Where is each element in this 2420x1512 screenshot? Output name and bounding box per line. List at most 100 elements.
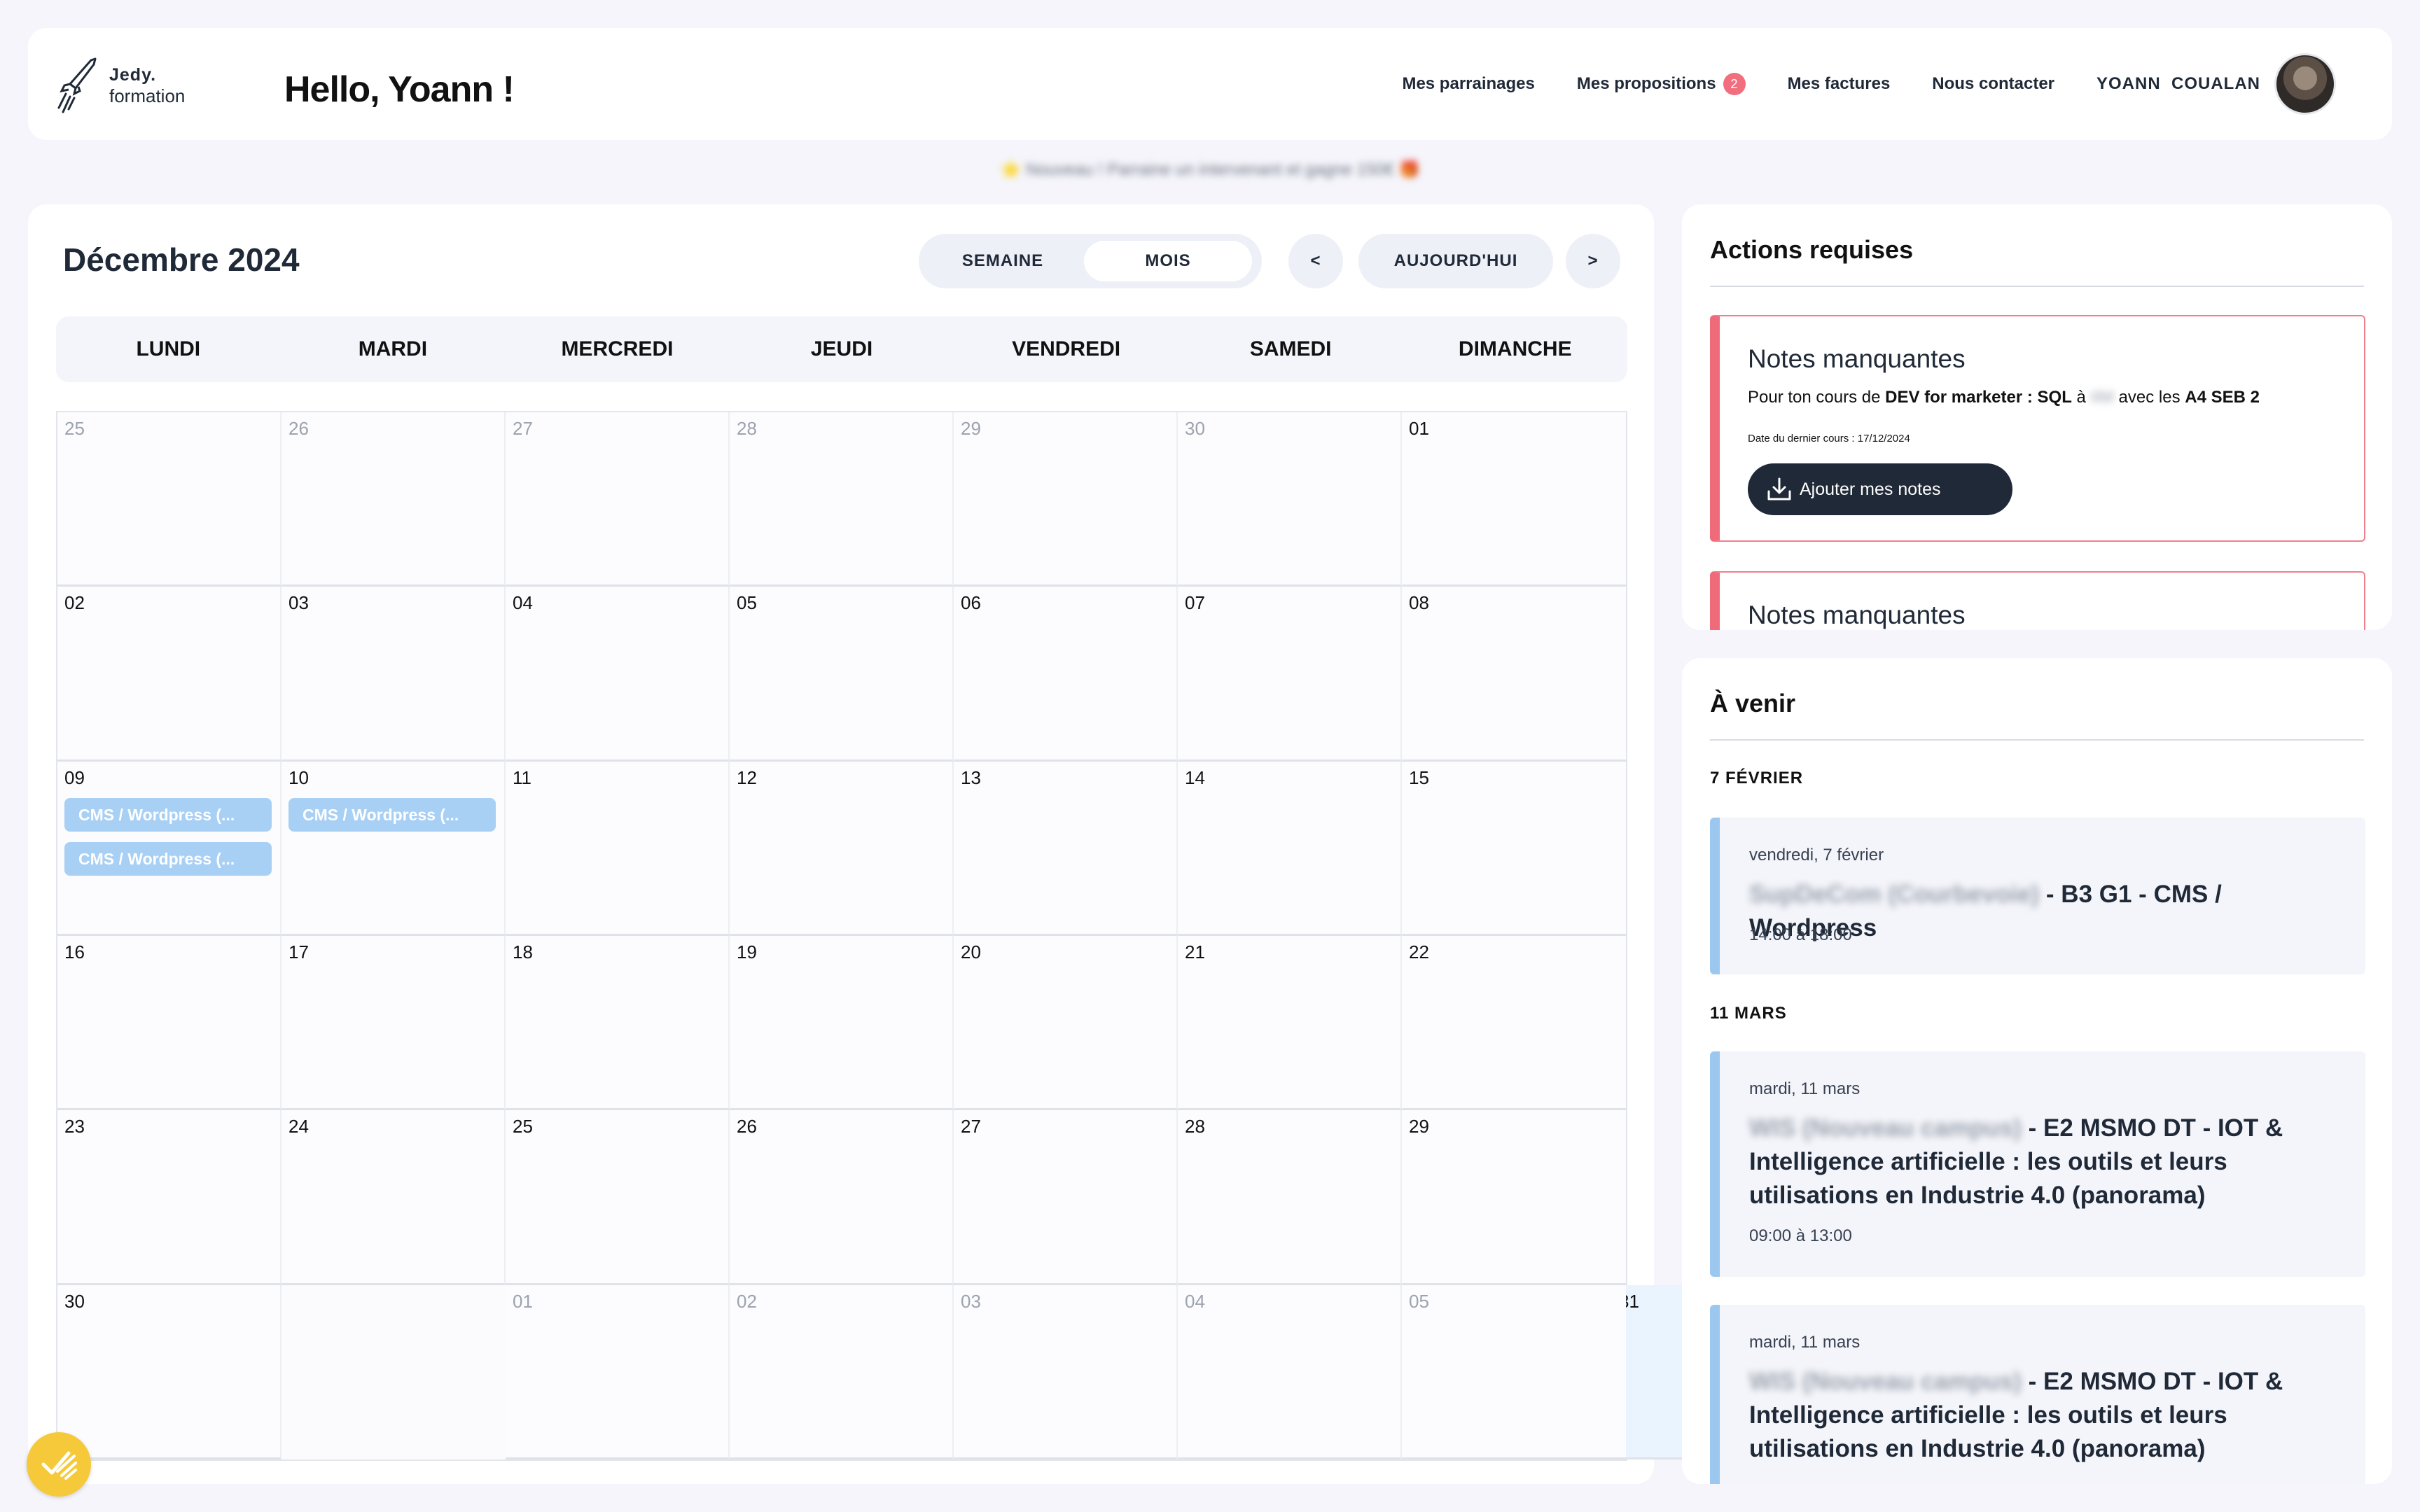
promo-banner[interactable]: ⭐ Nouveau ! Parraine un intervenant et g…	[0, 160, 2420, 180]
prev-month-button[interactable]: <	[1288, 234, 1343, 288]
day-cell[interactable]: 29	[1402, 1110, 1626, 1285]
month-grid: 25 26 27 28 29 30 01 02 03 04 05 06 07 0…	[56, 411, 1807, 1461]
day-cell[interactable]: 22	[1402, 935, 1626, 1111]
missing-notes-alert: Notes manquantes Pour ton cours de DEV f…	[1710, 315, 2365, 542]
user-menu[interactable]: YOANN COUALAN	[2096, 53, 2336, 115]
day-cell[interactable]: 01	[506, 1284, 730, 1460]
calendar-event[interactable]: CMS / Wordpress (...	[288, 797, 496, 832]
alert-description: Pour ton cours de DEV for marketer : SQL…	[1748, 388, 2260, 407]
day-cell[interactable]: 04	[506, 587, 730, 762]
day-cell[interactable]: 20	[954, 935, 1178, 1111]
day-number: 29	[1409, 1116, 1429, 1138]
alert-course: DEV for marketer : SQL	[1885, 388, 2072, 407]
add-notes-button[interactable]: Ajouter mes notes	[1748, 463, 2012, 515]
add-notes-label: Ajouter mes notes	[1800, 479, 1941, 499]
day-cell[interactable]: 04	[1178, 1284, 1402, 1460]
download-icon	[1767, 477, 1791, 500]
nav-contact[interactable]: Nous contacter	[1932, 74, 2054, 94]
calendar-event[interactable]: CMS / Wordpress (...	[64, 841, 272, 876]
nav-propositions[interactable]: Mes propositions 2	[1577, 73, 1746, 95]
view-month-button[interactable]: MOIS	[1084, 241, 1252, 281]
calendar-event[interactable]: CMS / Wordpress (...	[64, 797, 272, 832]
upcoming-event-card[interactable]: mardi, 11 mars WIS (Nouveau campus) - E2…	[1710, 1051, 2365, 1277]
day-cell[interactable]: 27	[954, 1110, 1178, 1285]
day-number: 09	[64, 766, 85, 788]
day-number: 17	[288, 941, 309, 962]
day-cell[interactable]: 05	[1402, 1284, 1626, 1460]
day-number: 11	[513, 766, 531, 788]
day-number: 05	[1409, 1290, 1429, 1312]
actions-title: Actions requises	[1710, 235, 1914, 264]
day-cell[interactable]: 06	[954, 587, 1178, 762]
day-cell[interactable]: 13	[954, 761, 1178, 936]
day-cell[interactable]: 21	[1178, 935, 1402, 1111]
nav-factures[interactable]: Mes factures	[1788, 74, 1891, 94]
day-cell[interactable]: 12	[730, 761, 954, 936]
day-cell[interactable]: 02	[730, 1284, 954, 1460]
day-cell[interactable]: 16	[57, 935, 281, 1111]
top-header: Jedy. formation Hello, Yoann ! Mes parra…	[28, 28, 2392, 140]
day-cell[interactable]: 15	[1402, 761, 1626, 936]
day-cell[interactable]: 29	[954, 412, 1178, 587]
upcoming-event-card[interactable]: vendredi, 7 février SupDeCom (Courbevoie…	[1710, 818, 2365, 974]
divider	[1710, 286, 2364, 287]
day-cell[interactable]: 30	[57, 1284, 281, 1460]
day-cell[interactable]: 03	[954, 1284, 1178, 1460]
day-cell[interactable]: 28	[1178, 1110, 1402, 1285]
day-number: 12	[737, 766, 757, 788]
day-cell[interactable]: 14	[1178, 761, 1402, 936]
day-cell[interactable]: 03	[281, 587, 506, 762]
day-number: 03	[961, 1290, 981, 1312]
day-cell[interactable]: 11	[506, 761, 730, 936]
alert-last-course-date: Date du dernier cours : 17/12/2024	[1748, 433, 1910, 444]
day-cell[interactable]: 18	[506, 935, 730, 1111]
day-cell[interactable]: 08	[1402, 587, 1626, 762]
day-cell[interactable]: 28	[730, 412, 954, 587]
view-week-button[interactable]: SEMAINE	[926, 241, 1080, 281]
day-number: 28	[737, 418, 757, 439]
day-cell[interactable]: 24	[281, 1110, 506, 1285]
day-cell[interactable]: 07	[1178, 587, 1402, 762]
alert-group: A4 SEB 2	[2185, 388, 2260, 407]
next-month-button[interactable]: >	[1566, 234, 1620, 288]
day-number: 20	[961, 941, 981, 962]
today-button[interactable]: AUJOURD'HUI	[1358, 234, 1553, 288]
day-number: 30	[64, 1290, 85, 1312]
day-number: 28	[1185, 1116, 1205, 1138]
day-cell[interactable]: 02	[57, 587, 281, 762]
day-cell[interactable]: 26	[730, 1110, 954, 1285]
day-number: 05	[737, 592, 757, 614]
alert-text: Pour ton cours de	[1748, 388, 1886, 407]
event-day: mardi, 11 mars	[1749, 1333, 1861, 1352]
day-cell[interactable]: 23	[57, 1110, 281, 1285]
upcoming-title: À venir	[1710, 689, 1796, 718]
avatar[interactable]	[2274, 53, 2336, 115]
day-cell[interactable]: 30	[1178, 412, 1402, 587]
weekday-label: MARDI	[358, 337, 428, 360]
day-number: 30	[1185, 418, 1205, 439]
day-number: 04	[1185, 1290, 1205, 1312]
day-cell[interactable]: 27	[506, 412, 730, 587]
jedy-logo[interactable]: Jedy. formation	[55, 56, 223, 115]
checklist-fab-button[interactable]	[27, 1432, 91, 1497]
propositions-count-badge: 2	[1723, 73, 1746, 95]
day-number: 24	[288, 1116, 309, 1138]
day-cell[interactable]: 09 CMS / Wordpress (... CMS / Wordpress …	[57, 761, 281, 936]
day-cell[interactable]: 10 CMS / Wordpress (...	[281, 761, 506, 936]
day-number: 04	[513, 592, 533, 614]
upcoming-event-card[interactable]: mardi, 11 mars WIS (Nouveau campus) - E2…	[1710, 1305, 2365, 1484]
day-cell[interactable]: 26	[281, 412, 506, 587]
day-cell[interactable]: 25	[57, 412, 281, 587]
day-cell[interactable]: 17	[281, 935, 506, 1111]
day-number: 27	[961, 1116, 981, 1138]
day-number: 07	[1185, 592, 1205, 614]
event-school: WIS (Nouveau campus)	[1749, 1368, 2022, 1395]
day-cell[interactable]: 25	[506, 1110, 730, 1285]
alert-text: à	[2071, 388, 2091, 407]
alert-school: IIM	[2090, 388, 2114, 407]
day-cell[interactable]: 19	[730, 935, 954, 1111]
day-cell[interactable]: 05	[730, 587, 954, 762]
nav-parrainages[interactable]: Mes parrainages	[1402, 74, 1534, 94]
nav-propositions-label: Mes propositions	[1576, 74, 1716, 93]
day-cell[interactable]: 01	[1402, 412, 1626, 587]
